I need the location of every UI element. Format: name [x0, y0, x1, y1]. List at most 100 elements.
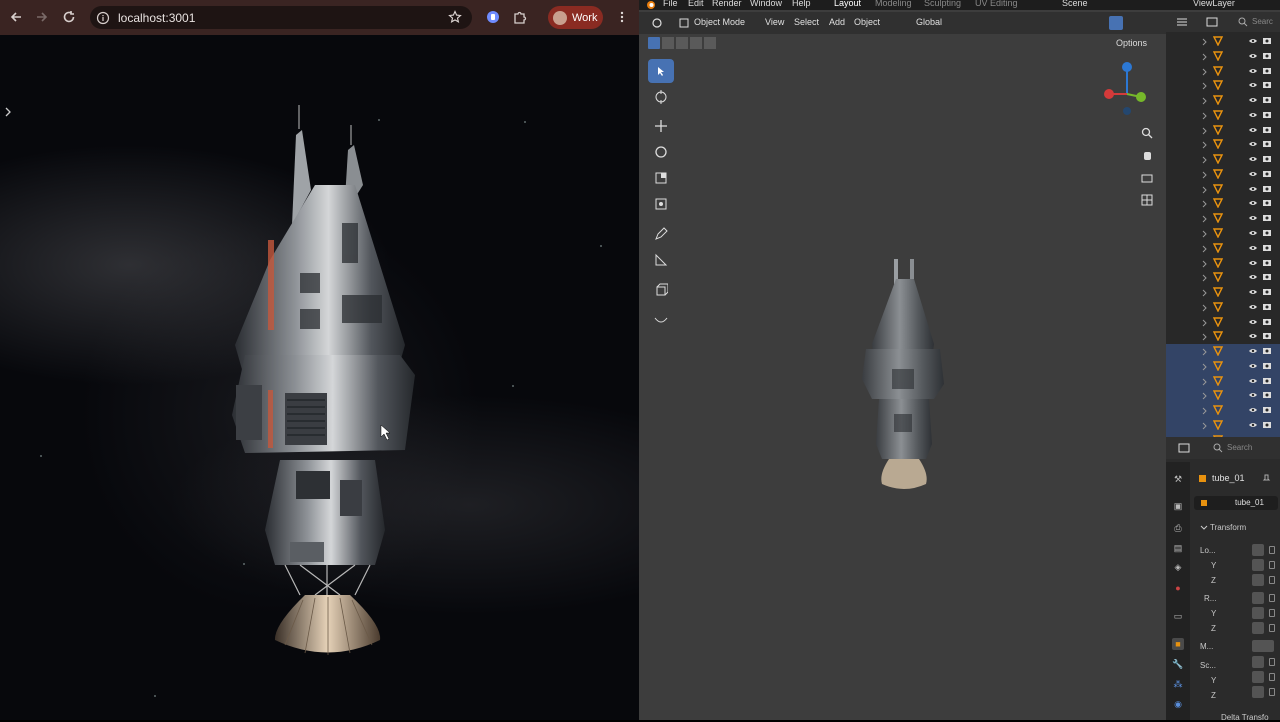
browser-menu-button[interactable]: [609, 4, 635, 30]
visibility-eye-icon[interactable]: [1248, 199, 1258, 207]
editor-type-icon[interactable]: [651, 17, 665, 29]
world-tab-icon[interactable]: ●: [1172, 582, 1184, 594]
outliner-row[interactable]: [1166, 359, 1280, 374]
lock-icon[interactable]: [1269, 561, 1275, 569]
visibility-eye-icon[interactable]: [1248, 67, 1258, 75]
back-button[interactable]: [3, 4, 29, 30]
render-camera-icon[interactable]: [1262, 170, 1272, 178]
tab-layout[interactable]: Layout: [834, 0, 861, 8]
transform-value-field[interactable]: [1252, 671, 1264, 683]
viewport-ship-model[interactable]: [844, 249, 964, 509]
selection-mode-buttons[interactable]: [648, 37, 718, 49]
orientation-dropdown[interactable]: Global: [916, 17, 942, 27]
move-tool[interactable]: [648, 114, 674, 138]
expand-chevron-icon[interactable]: [1202, 378, 1208, 386]
outliner-row[interactable]: [1166, 418, 1280, 433]
modifier-tab-icon[interactable]: 🔧: [1172, 658, 1184, 670]
outliner-row[interactable]: [1166, 137, 1280, 152]
select-intersect-icon[interactable]: [704, 37, 716, 49]
render-camera-icon[interactable]: [1262, 318, 1272, 326]
menu-edit[interactable]: Edit: [688, 0, 704, 8]
outliner-row[interactable]: [1166, 226, 1280, 241]
menu-file[interactable]: File: [663, 0, 678, 8]
visibility-eye-icon[interactable]: [1248, 170, 1258, 178]
visibility-eye-icon[interactable]: [1248, 421, 1258, 429]
camera-view-icon[interactable]: [1141, 172, 1153, 184]
transform-value-field[interactable]: [1252, 656, 1264, 668]
transform-value-field[interactable]: [1252, 574, 1264, 586]
object-datablock-field[interactable]: tube_01: [1194, 496, 1278, 510]
scale-tool[interactable]: [648, 166, 674, 190]
outliner-row[interactable]: [1166, 270, 1280, 285]
outliner-row[interactable]: [1166, 344, 1280, 359]
visibility-eye-icon[interactable]: [1248, 332, 1258, 340]
visibility-eye-icon[interactable]: [1248, 244, 1258, 252]
expand-chevron-icon[interactable]: [1202, 186, 1208, 194]
outliner-row[interactable]: [1166, 93, 1280, 108]
select-menu[interactable]: Select: [794, 17, 819, 27]
render-camera-icon[interactable]: [1262, 421, 1272, 429]
address-bar[interactable]: localhost:3001: [90, 6, 472, 29]
visibility-eye-icon[interactable]: [1248, 391, 1258, 399]
cursor-tool[interactable]: [648, 85, 674, 109]
expand-chevron-icon[interactable]: [1202, 348, 1208, 356]
render-camera-icon[interactable]: [1262, 288, 1272, 296]
transform-value-field[interactable]: [1252, 622, 1264, 634]
render-camera-icon[interactable]: [1262, 244, 1272, 252]
bookmark-star-icon[interactable]: [448, 10, 462, 24]
visibility-eye-icon[interactable]: [1248, 214, 1258, 222]
lock-icon[interactable]: [1269, 609, 1275, 617]
extension-button[interactable]: [480, 4, 506, 30]
visibility-eye-icon[interactable]: [1248, 362, 1258, 370]
select-invert-icon[interactable]: [690, 37, 702, 49]
expand-chevron-icon[interactable]: [1202, 260, 1208, 268]
properties-search-input[interactable]: Search: [1227, 443, 1252, 452]
lock-icon[interactable]: [1269, 673, 1275, 681]
visibility-eye-icon[interactable]: [1248, 37, 1258, 45]
expand-chevron-icon[interactable]: [1202, 392, 1208, 400]
webgl-viewport[interactable]: [0, 35, 639, 720]
visibility-eye-icon[interactable]: [1248, 140, 1258, 148]
select-box-tool[interactable]: [648, 59, 674, 83]
tab-uv-editing[interactable]: UV Editing: [975, 0, 1018, 8]
visibility-eye-icon[interactable]: [1248, 347, 1258, 355]
scene-selector[interactable]: Scene: [1062, 0, 1088, 8]
visibility-eye-icon[interactable]: [1248, 303, 1258, 311]
render-camera-icon[interactable]: [1262, 273, 1272, 281]
reload-button[interactable]: [56, 4, 82, 30]
lock-icon[interactable]: [1269, 546, 1275, 554]
outliner-editor-icon[interactable]: [1176, 17, 1188, 27]
visibility-eye-icon[interactable]: [1248, 96, 1258, 104]
expand-chevron-icon[interactable]: [1202, 141, 1208, 149]
navigation-gizmo[interactable]: [1097, 59, 1157, 119]
outliner-row[interactable]: [1166, 211, 1280, 226]
profile-button[interactable]: Work: [548, 6, 603, 29]
visibility-eye-icon[interactable]: [1248, 185, 1258, 193]
render-camera-icon[interactable]: [1262, 377, 1272, 385]
visibility-eye-icon[interactable]: [1248, 406, 1258, 414]
add-menu[interactable]: Add: [829, 17, 845, 27]
outliner-row[interactable]: [1166, 152, 1280, 167]
render-camera-icon[interactable]: [1262, 229, 1272, 237]
render-camera-icon[interactable]: [1262, 126, 1272, 134]
outliner-row[interactable]: [1166, 315, 1280, 330]
render-camera-icon[interactable]: [1262, 362, 1272, 370]
expand-chevron-icon[interactable]: [1202, 407, 1208, 415]
view-menu[interactable]: View: [765, 17, 784, 27]
tool-tab-icon[interactable]: ⚒: [1172, 473, 1184, 485]
expand-chevron-icon[interactable]: [1202, 82, 1208, 90]
visibility-eye-icon[interactable]: [1248, 318, 1258, 326]
transform-value-field[interactable]: [1252, 686, 1264, 698]
pan-hand-icon[interactable]: [1141, 149, 1153, 161]
outliner-row[interactable]: [1166, 108, 1280, 123]
outliner-row[interactable]: [1166, 403, 1280, 418]
render-camera-icon[interactable]: [1262, 303, 1272, 311]
expand-chevron-icon[interactable]: [1202, 112, 1208, 120]
outliner-row[interactable]: [1166, 34, 1280, 49]
collection-tab-icon[interactable]: ▭: [1172, 610, 1184, 622]
measure-tool[interactable]: [648, 248, 674, 272]
outliner-row[interactable]: [1166, 78, 1280, 93]
expand-chevron-icon[interactable]: [1202, 171, 1208, 179]
curve-tool[interactable]: [648, 308, 674, 332]
render-camera-icon[interactable]: [1262, 140, 1272, 148]
